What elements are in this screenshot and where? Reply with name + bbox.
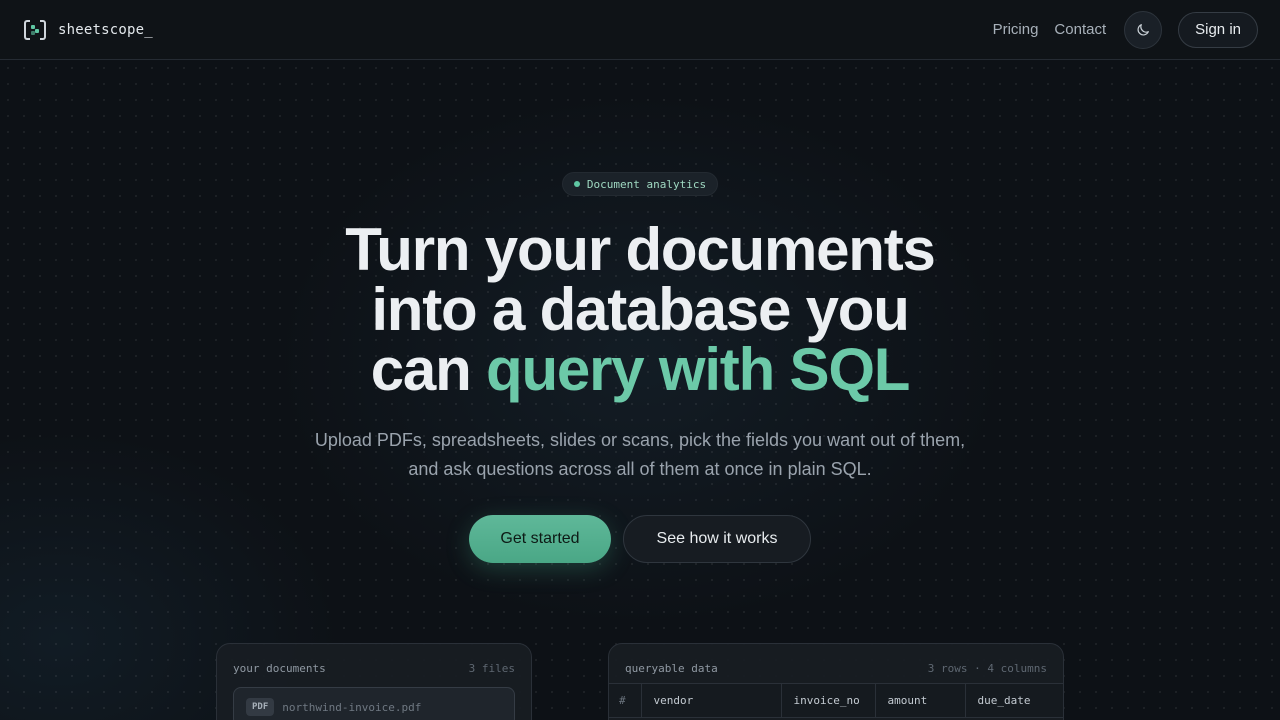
data-panel-meta: 3 rows · 4 columns bbox=[927, 662, 1047, 675]
column-header-due-date[interactable]: due_date bbox=[964, 683, 1063, 718]
headline-accent: query with SQL bbox=[486, 336, 910, 403]
headline-line-2: into a database you bbox=[371, 276, 910, 343]
table-header-row: # vendor invoice_no amount due_date bbox=[609, 683, 1063, 718]
brand[interactable]: sheetscope_ bbox=[24, 19, 153, 41]
sign-in-button[interactable]: Sign in bbox=[1178, 11, 1258, 48]
data-table: # vendor invoice_no amount due_date bbox=[609, 683, 1063, 718]
hero-subtitle: Upload PDFs, spreadsheets, slides or sca… bbox=[314, 430, 966, 479]
headline-line-3: can bbox=[370, 336, 486, 403]
column-header-invoice-no[interactable]: invoice_no bbox=[780, 683, 875, 718]
pdf-file-icon: PDF bbox=[246, 698, 275, 716]
documents-file-count: 3 files bbox=[468, 662, 515, 675]
nav-actions: Pricing Contact Sign in bbox=[993, 10, 1258, 49]
get-started-button[interactable]: Get started bbox=[469, 515, 611, 563]
see-how-it-works-button[interactable]: See how it works bbox=[623, 515, 811, 563]
document-file-name: northwind-invoice.pdf bbox=[282, 700, 422, 714]
data-panel-title: queryable data bbox=[625, 662, 718, 675]
queryable-data-panel: queryable data 3 rows · 4 columns # vend… bbox=[608, 643, 1064, 720]
badge-label: Document analytics bbox=[586, 177, 707, 191]
documents-panel-header: your documents 3 files bbox=[217, 644, 531, 675]
nav-link-pricing[interactable]: Pricing bbox=[993, 21, 1039, 38]
hero-headline: Turn your documents into a database you … bbox=[240, 220, 1040, 400]
data-panel-header: queryable data 3 rows · 4 columns bbox=[609, 644, 1063, 681]
documents-panel: your documents 3 files PDF northwind-inv… bbox=[216, 643, 532, 720]
column-header-amount[interactable]: amount bbox=[874, 683, 965, 718]
top-nav: sheetscope_ Pricing Contact Sign in bbox=[0, 0, 1280, 60]
logo-icon bbox=[24, 19, 46, 41]
theme-toggle-button[interactable] bbox=[1124, 10, 1163, 49]
documents-panel-title: your documents bbox=[233, 662, 326, 675]
nav-link-contact[interactable]: Contact bbox=[1054, 21, 1106, 38]
moon-icon bbox=[1137, 23, 1150, 35]
category-badge: Document analytics bbox=[562, 172, 718, 196]
column-header-index[interactable]: # bbox=[609, 683, 641, 718]
headline-line-1: Turn your documents bbox=[345, 216, 936, 283]
badge-dot bbox=[573, 181, 580, 187]
document-item[interactable]: PDF northwind-invoice.pdf bbox=[233, 687, 515, 720]
cta-row: Get started See how it works bbox=[469, 515, 811, 563]
column-header-vendor[interactable]: vendor bbox=[640, 683, 781, 718]
brand-name: sheetscope_ bbox=[58, 21, 153, 38]
